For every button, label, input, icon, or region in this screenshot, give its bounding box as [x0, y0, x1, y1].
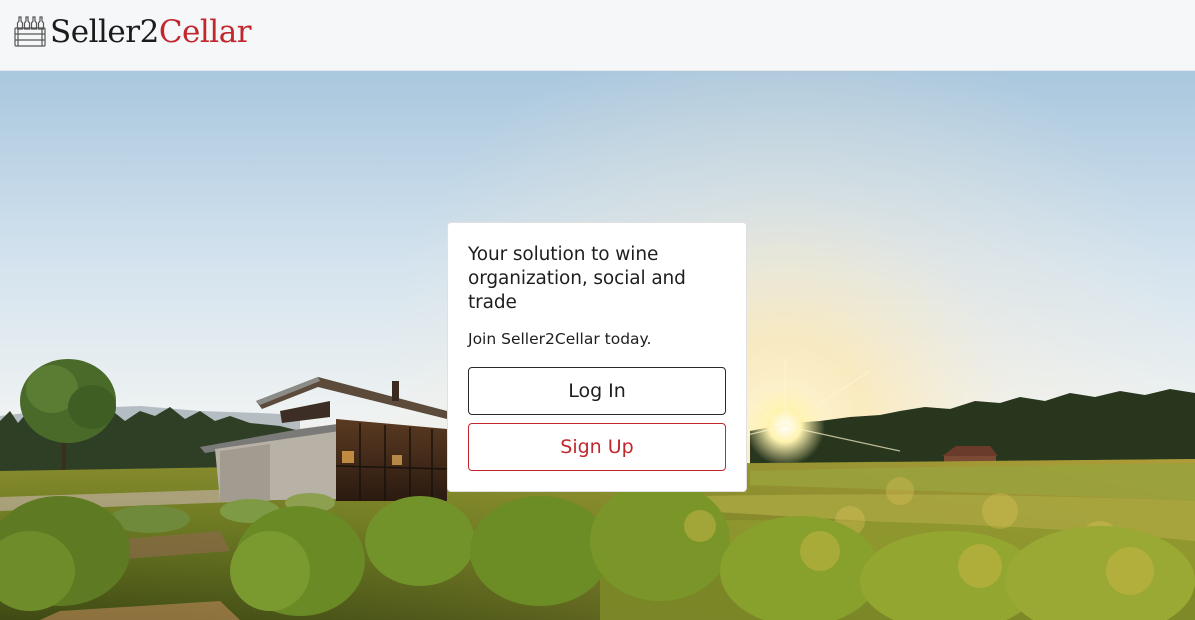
signup-button[interactable]: Sign Up	[468, 423, 726, 471]
welcome-card: Your solution to wine organization, soci…	[447, 222, 747, 492]
login-button[interactable]: Log In	[468, 367, 726, 415]
wine-crate-icon	[14, 15, 46, 49]
navbar: Seller2Cellar	[0, 0, 1195, 71]
card-title: Your solution to wine organization, soci…	[468, 244, 686, 313]
card-subtitle: Join Seller2Cellar today.	[468, 330, 652, 348]
brand-home-link[interactable]: Seller2Cellar	[14, 12, 252, 52]
brand-name-part2: Cellar	[158, 14, 252, 50]
brand-name-part1: Seller2	[50, 14, 159, 50]
brand-name: Seller2Cellar	[50, 12, 252, 52]
